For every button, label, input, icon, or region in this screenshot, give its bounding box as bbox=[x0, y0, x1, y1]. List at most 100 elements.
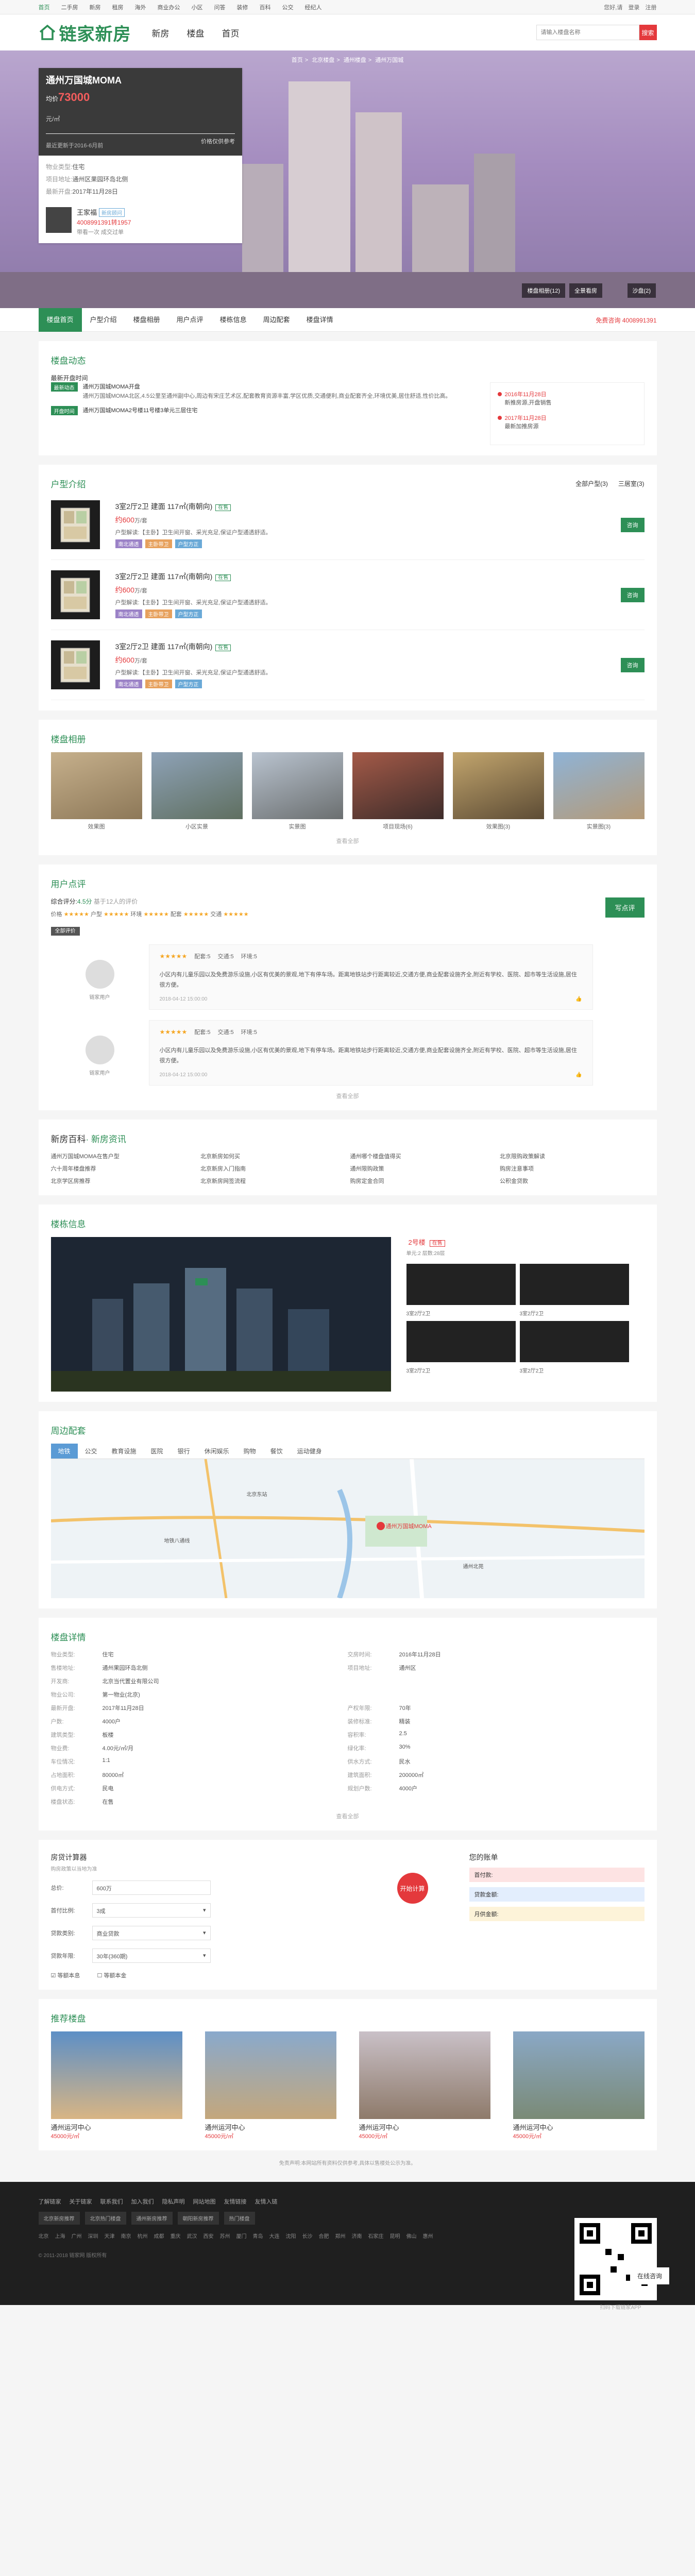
view-all-link[interactable]: 查看全部 bbox=[51, 1092, 645, 1100]
footer-chip[interactable]: 通州新房推荐 bbox=[131, 2212, 173, 2225]
footer-city-link[interactable]: 石家庄 bbox=[368, 2232, 384, 2240]
top-link-bus[interactable]: 公交 bbox=[282, 3, 294, 11]
footer-link[interactable]: 了解链家 bbox=[39, 2199, 61, 2205]
top-link-new-home[interactable]: 新房 bbox=[90, 3, 101, 11]
footer-city-link[interactable]: 大连 bbox=[269, 2232, 280, 2240]
map-tab[interactable]: 银行 bbox=[171, 1444, 197, 1459]
footer-link[interactable]: 加入我们 bbox=[131, 2199, 154, 2205]
tab-three-room[interactable]: 三居室(3) bbox=[618, 479, 645, 488]
top-link-decor[interactable]: 装修 bbox=[237, 3, 248, 11]
footer-link[interactable]: 友情入链 bbox=[255, 2199, 278, 2205]
news-link[interactable]: 北京新房如何买 bbox=[200, 1152, 345, 1160]
footer-city-link[interactable]: 厦门 bbox=[236, 2232, 247, 2240]
list-item[interactable]: 3室2厅2卫 建面 117㎡(南朝向) 在售 约600万/套 户型解读:【主卧】卫生间… bbox=[50, 630, 645, 700]
tab-surroundings[interactable]: 周边配套 bbox=[255, 308, 298, 332]
footer-city-link[interactable]: 上海 bbox=[55, 2232, 65, 2240]
news-link[interactable]: 北京限购政策解读 bbox=[500, 1152, 645, 1160]
nav-new-home[interactable]: 新房 bbox=[152, 26, 169, 39]
footer-city-link[interactable]: 成都 bbox=[154, 2232, 164, 2240]
recommend-card[interactable]: 通州运河中心 45000元/㎡ bbox=[205, 2031, 336, 2140]
footer-city-link[interactable]: 郑州 bbox=[335, 2232, 346, 2240]
list-item[interactable]: 最新动态 通州万国城MOMA开盘 通州万国城MOMA北区,4.5公里至通州副中心,… bbox=[50, 382, 478, 401]
floor-plan-image[interactable] bbox=[50, 500, 100, 549]
map-view[interactable]: 通州万国城MOMA 北京东站 地铁八通线 通州北苑 bbox=[50, 1459, 645, 1598]
recommend-card[interactable]: 通州运河中心 45000元/㎡ bbox=[513, 2031, 645, 2140]
map-tab[interactable]: 教育设施 bbox=[105, 1444, 144, 1459]
footer-link[interactable]: 联系我们 bbox=[100, 2199, 123, 2205]
top-link-qa[interactable]: 问答 bbox=[214, 3, 226, 11]
login-link[interactable]: 登录 bbox=[628, 5, 639, 11]
map-tab[interactable]: 公交 bbox=[78, 1444, 105, 1459]
floor-plan-thumb[interactable] bbox=[519, 1264, 629, 1305]
footer-city-link[interactable]: 重庆 bbox=[171, 2232, 181, 2240]
nav-home[interactable]: 首页 bbox=[222, 26, 240, 39]
footer-city-link[interactable]: 长沙 bbox=[302, 2232, 313, 2240]
tab-reviews[interactable]: 用户点评 bbox=[168, 308, 212, 332]
nav-projects[interactable]: 楼盘 bbox=[187, 26, 205, 39]
news-link[interactable]: 北京学区房推荐 bbox=[51, 1177, 196, 1185]
footer-chip[interactable]: 北京热门楼盘 bbox=[84, 2212, 126, 2225]
photo-item[interactable]: 实景图(3) bbox=[553, 752, 645, 831]
checkbox-equal-principal[interactable]: ☐ 等额本金 bbox=[97, 1973, 126, 1979]
tab-details[interactable]: 楼盘详情 bbox=[298, 308, 342, 332]
map-tab[interactable]: 购物 bbox=[236, 1444, 263, 1459]
album-button[interactable]: 楼盘相册(12) bbox=[522, 283, 565, 298]
news-link[interactable]: 北京新房网签流程 bbox=[200, 1177, 345, 1185]
tab-units[interactable]: 户型介绍 bbox=[82, 308, 125, 332]
top-link-community[interactable]: 小区 bbox=[192, 3, 203, 11]
tab-all-reviews[interactable]: 全部评价 bbox=[50, 927, 80, 936]
top-link-second-hand[interactable]: 二手房 bbox=[61, 3, 78, 11]
top-link-agent[interactable]: 经纪人 bbox=[305, 3, 322, 11]
footer-city-link[interactable]: 苏州 bbox=[220, 2232, 230, 2240]
footer-city-link[interactable]: 惠州 bbox=[423, 2232, 433, 2240]
top-link-commercial[interactable]: 商业办公 bbox=[158, 3, 180, 11]
recommend-card[interactable]: 通州运河中心 45000元/㎡ bbox=[359, 2031, 490, 2140]
sandbox-image[interactable] bbox=[50, 1237, 391, 1392]
footer-city-link[interactable]: 杭州 bbox=[138, 2232, 148, 2240]
search-input[interactable] bbox=[536, 25, 639, 40]
consult-button[interactable]: 咨询 bbox=[620, 657, 645, 672]
news-link[interactable]: 通州限购政策 bbox=[350, 1164, 495, 1173]
footer-city-link[interactable]: 深圳 bbox=[88, 2232, 98, 2240]
footer-city-link[interactable]: 佛山 bbox=[406, 2232, 417, 2240]
footer-city-link[interactable]: 武汉 bbox=[187, 2232, 197, 2240]
footer-city-link[interactable]: 南京 bbox=[121, 2232, 131, 2240]
recommend-card[interactable]: 通州运河中心 45000元/㎡ bbox=[50, 2031, 182, 2140]
online-chat-button[interactable]: 在线咨询 bbox=[630, 2267, 669, 2284]
view-all-link[interactable]: 查看全部 bbox=[51, 1812, 645, 1820]
loan-type-select[interactable]: 商业贷款 ▾ bbox=[92, 1926, 211, 1940]
checkbox-equal-payment[interactable]: ☑ 等额本息 bbox=[51, 1973, 80, 1979]
vr-button[interactable]: 全景看房 bbox=[569, 283, 602, 298]
logo[interactable]: 链家新房 bbox=[39, 20, 131, 45]
footer-link[interactable]: 友情链接 bbox=[224, 2199, 247, 2205]
thumb-up-icon[interactable]: 👍 bbox=[575, 1072, 582, 1078]
footer-chip[interactable]: 朝阳新房推荐 bbox=[177, 2212, 219, 2225]
footer-link[interactable]: 关于链家 bbox=[70, 2199, 92, 2205]
list-item[interactable]: 3室2厅2卫 建面 117㎡(南朝向) 在售 约600万/套 户型解读:【主卧】卫生间… bbox=[50, 560, 645, 630]
footer-city-link[interactable]: 北京 bbox=[39, 2232, 49, 2240]
news-link[interactable]: 购房注意事项 bbox=[500, 1164, 645, 1173]
footer-link[interactable]: 隐私声明 bbox=[162, 2199, 185, 2205]
footer-city-link[interactable]: 沈阳 bbox=[286, 2232, 296, 2240]
top-link-overseas[interactable]: 海外 bbox=[135, 3, 146, 11]
tab-album[interactable]: 楼盘相册 bbox=[125, 308, 168, 332]
map-tab[interactable]: 休闲娱乐 bbox=[197, 1444, 236, 1459]
loan-term-select[interactable]: 30年(360期) ▾ bbox=[92, 1948, 211, 1963]
news-link[interactable]: 公积金贷款 bbox=[500, 1177, 645, 1185]
footer-city-link[interactable]: 西安 bbox=[204, 2232, 214, 2240]
photo-item[interactable]: 效果图(3) bbox=[452, 752, 544, 831]
photo-item[interactable]: 项目现场(6) bbox=[352, 752, 444, 831]
register-link[interactable]: 注册 bbox=[646, 5, 657, 11]
footer-city-link[interactable]: 广州 bbox=[72, 2232, 82, 2240]
write-review-button[interactable]: 写点评 bbox=[605, 897, 645, 918]
tab-all-units[interactable]: 全部户型(3) bbox=[575, 479, 608, 488]
news-link[interactable]: 通州哪个楼盘值得买 bbox=[350, 1152, 495, 1160]
floor-plan-image[interactable] bbox=[50, 640, 100, 689]
list-item[interactable]: 开盘时间 通州万国城MOMA2号楼11号楼3单元三层住宅 bbox=[50, 406, 478, 415]
news-link[interactable]: 通州万国城MOMA在售户型 bbox=[51, 1152, 196, 1160]
down-payment-select[interactable]: 3成 ▾ bbox=[92, 1903, 211, 1918]
top-link-home[interactable]: 首页 bbox=[39, 3, 50, 11]
list-item[interactable]: 3室2厅2卫 建面 117㎡(南朝向) 在售 约600万/套 户型解读:【主卧】卫生间… bbox=[50, 490, 645, 560]
view-all-link[interactable]: 查看全部 bbox=[51, 837, 645, 845]
map-tab[interactable]: 地铁 bbox=[50, 1444, 78, 1459]
